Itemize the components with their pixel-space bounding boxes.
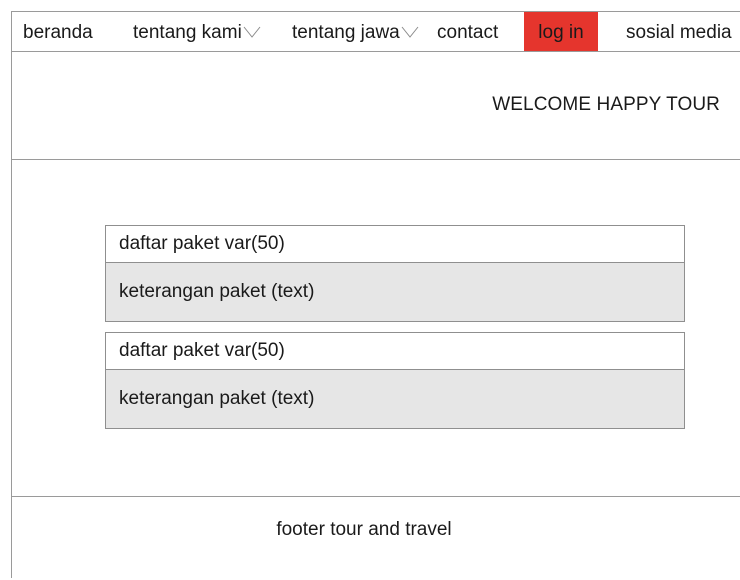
login-button[interactable]: log in [524,12,598,51]
chevron-down-icon[interactable] [243,12,261,53]
nav-beranda[interactable]: beranda [23,12,93,51]
nav-tentang-jawa[interactable]: tentang jawa [292,12,419,51]
package-title[interactable]: daftar paket var(50) [106,226,684,263]
page-frame: beranda tentang kami tentang jawa contac… [11,11,740,578]
welcome-header: WELCOME HAPPY TOUR [12,52,740,160]
nav-contact-label: contact [437,22,499,43]
nav-contact[interactable]: contact [437,12,498,51]
package-title[interactable]: daftar paket var(50) [106,333,684,370]
nav-tentang-jawa-label: tentang jawa [292,22,400,43]
login-button-label: log in [538,22,584,43]
package-description: keterangan paket (text) [106,263,684,321]
package-description: keterangan paket (text) [106,370,684,428]
nav-sosial-media[interactable]: sosial media [626,12,732,51]
footer-text: footer tour and travel [276,519,452,540]
welcome-title: WELCOME HAPPY TOUR [492,94,720,115]
nav-sosial-media-label: sosial media [626,22,732,43]
nav-tentang-kami-label: tentang kami [133,22,242,43]
nav-tentang-kami[interactable]: tentang kami [133,12,261,51]
page-footer: footer tour and travel [12,496,740,580]
package-card[interactable]: daftar paket var(50) keterangan paket (t… [105,332,685,429]
nav-beranda-label: beranda [23,22,93,43]
package-card[interactable]: daftar paket var(50) keterangan paket (t… [105,225,685,322]
chevron-down-icon[interactable] [401,12,419,53]
top-navbar: beranda tentang kami tentang jawa contac… [12,12,740,52]
